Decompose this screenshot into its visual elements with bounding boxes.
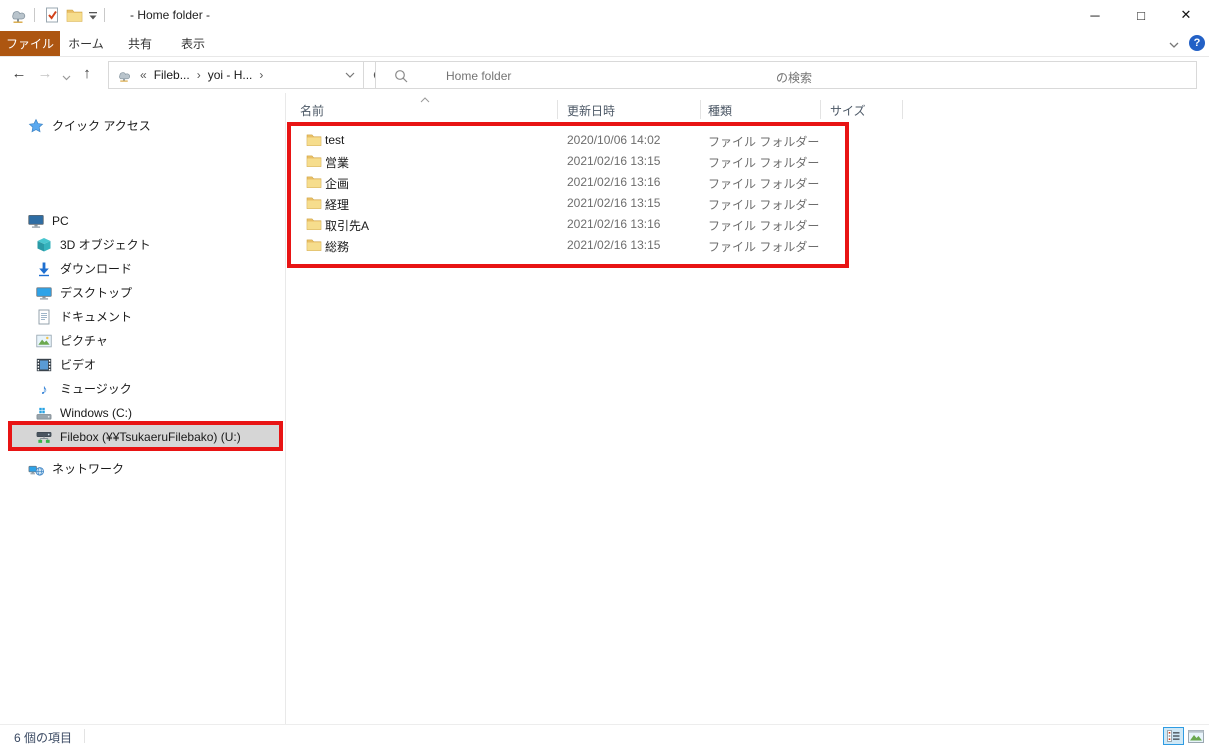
column-header-type[interactable]: 種類 [708,102,732,119]
tab-home[interactable]: ホーム [61,31,111,56]
column-divider[interactable] [700,100,701,119]
sidebar-item-desktop[interactable]: デスクトップ [0,281,276,305]
tab-share[interactable]: 共有 [115,31,165,56]
item-count: 6 個の項目 [14,729,72,746]
star-icon [28,118,44,134]
folder-icon [306,217,322,234]
document-icon [36,309,52,325]
sidebar-item-music[interactable]: ♪ ミュージック [0,377,276,401]
column-header-name[interactable]: 名前 [300,102,324,119]
tab-file[interactable]: ファイル [0,31,60,56]
sidebar-item-pc[interactable]: PC [0,209,276,233]
navigation-bar: ← → ↑ « Fileb... › yoi - H... › Home fol… [0,57,1209,93]
film-icon [36,357,52,373]
thumbnails-view-button[interactable] [1185,727,1206,745]
breadcrumb-chevron[interactable]: › [194,68,204,82]
picture-icon [36,333,52,349]
folder-icon [306,133,322,150]
back-button[interactable]: ← [8,65,30,82]
folder-icon [306,154,322,171]
close-button[interactable]: ✕ [1163,0,1209,30]
sidebar-item-3d-objects[interactable]: 3D オブジェクト [0,233,276,257]
search-placeholder-suffix: の検索 [776,69,812,86]
forward-button[interactable]: → [34,65,56,82]
recent-locations-chevron-icon[interactable] [62,70,71,84]
search-placeholder-name: Home folder [446,69,511,83]
pc-monitor-icon [28,213,44,229]
address-bar[interactable]: « Fileb... › yoi - H... › [108,61,364,89]
file-row[interactable]: 経理 2021/02/16 13:15 ファイル フォルダー [286,193,916,214]
window-title: - Home folder - [130,8,210,22]
quick-access-toolbar-dropdown-icon[interactable] [88,6,98,24]
file-row[interactable]: 総務 2021/02/16 13:15 ファイル フォルダー [286,235,916,256]
sidebar-item-documents[interactable]: ドキュメント [0,305,276,329]
music-note-icon: ♪ [36,381,52,397]
sidebar-item-pictures[interactable]: ピクチャ [0,329,276,353]
column-header-size[interactable]: サイズ [830,102,866,119]
maximize-button[interactable]: □ [1118,0,1164,30]
desktop-monitor-icon [36,285,52,301]
sort-ascending-icon [420,92,430,106]
folder-icon [306,238,322,255]
help-button[interactable]: ? [1189,35,1205,51]
column-divider[interactable] [820,100,821,119]
sidebar-item-filebox-drive[interactable]: Filebox (¥¥TsukaeruFilebako) (U:) [12,425,281,449]
download-arrow-icon [36,261,52,277]
properties-icon[interactable] [44,6,60,24]
windows-drive-icon [36,405,52,421]
folder-icon [306,196,322,213]
sidebar-item-windows-c[interactable]: Windows (C:) [0,401,276,425]
column-header-modified[interactable]: 更新日時 [567,102,615,119]
sidebar-item-downloads[interactable]: ダウンロード [0,257,276,281]
status-divider [84,729,85,743]
file-row[interactable]: 取引先A 2021/02/16 13:16 ファイル フォルダー [286,214,916,235]
column-divider[interactable] [902,100,903,119]
column-divider[interactable] [557,100,558,119]
tab-view[interactable]: 表示 [168,31,218,56]
search-input[interactable]: Home folder の検索 [375,61,1197,89]
titlebar: - Home folder - ─ □ ✕ [0,0,1209,30]
up-button[interactable]: ↑ [76,65,98,82]
cube-icon [36,237,52,253]
sidebar-item-quick-access[interactable]: クイック アクセス [0,114,276,138]
sidebar-item-videos[interactable]: ビデオ [0,353,276,377]
network-icon [28,461,44,477]
titlebar-separator [34,8,35,22]
new-folder-icon[interactable] [66,6,83,24]
network-drive-icon [36,429,52,445]
titlebar-separator [104,8,105,22]
column-headers: 名前 更新日時 種類 サイズ [286,99,926,121]
address-dropdown-chevron-icon[interactable] [345,68,363,82]
folder-icon [306,175,322,192]
file-row[interactable]: 営業 2021/02/16 13:15 ファイル フォルダー [286,151,916,172]
sidebar-item-network[interactable]: ネットワーク [0,457,276,481]
breadcrumb-segment[interactable]: Fileb... [150,68,194,82]
minimize-button[interactable]: ─ [1072,0,1118,30]
status-bar: 6 個の項目 [0,724,1209,746]
file-row[interactable]: 企画 2021/02/16 13:16 ファイル フォルダー [286,172,916,193]
details-view-button[interactable] [1163,727,1184,745]
breadcrumb-segment[interactable]: yoi - H... [204,68,257,82]
breadcrumb-overflow[interactable]: « [137,68,150,82]
file-row[interactable]: test 2020/10/06 14:02 ファイル フォルダー [286,130,916,151]
cloud-drive-location-icon [109,68,137,83]
ribbon-tab-row: ファイル ホーム 共有 表示 ? [0,30,1209,57]
collapse-ribbon-chevron-icon[interactable] [1168,38,1180,52]
cloud-drive-window-icon [8,6,28,24]
breadcrumb-chevron[interactable]: › [256,68,266,82]
search-icon [394,69,408,86]
